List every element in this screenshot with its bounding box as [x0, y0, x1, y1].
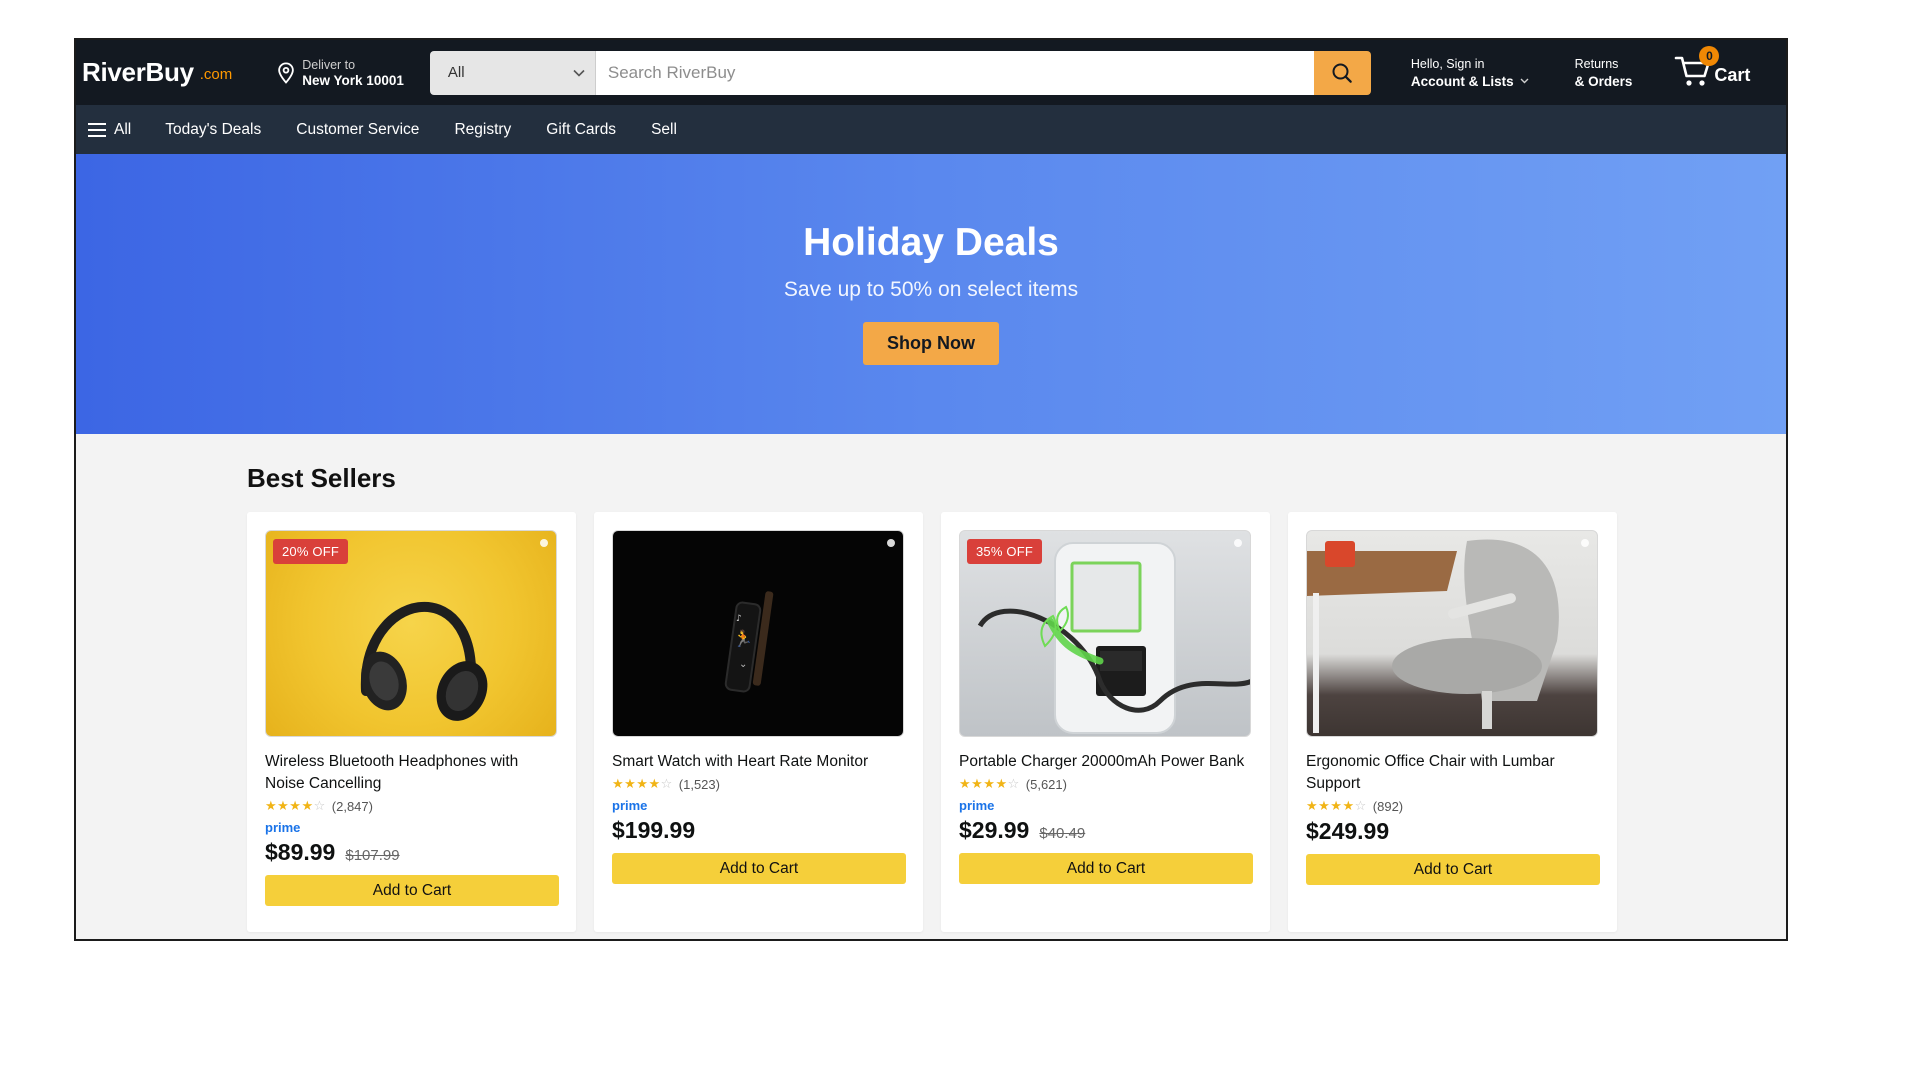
account-greeting: Hello, Sign in — [1410, 56, 1485, 71]
search-button[interactable] — [1313, 50, 1371, 95]
returns-label: Returns — [1574, 56, 1619, 71]
deliver-location: New York 10001 — [302, 72, 404, 88]
search-category-select[interactable]: All — [429, 50, 596, 95]
location-pin-icon — [278, 61, 295, 84]
original-price: $107.99 — [345, 847, 400, 864]
deliver-label: Deliver to — [302, 57, 356, 72]
product-name[interactable]: Ergonomic Office Chair with Lumbar Suppo… — [1306, 751, 1599, 795]
rating-count[interactable]: (2,847) — [332, 799, 373, 814]
prime-label: prime — [612, 798, 648, 813]
office-chair-image — [1307, 539, 1559, 733]
hero-subtitle: Save up to 50% on select items — [783, 278, 1079, 301]
chevron-down-icon — [573, 69, 585, 77]
star-rating-icon: ★★★★☆ — [265, 798, 326, 813]
site-logo[interactable]: RiverBuy .com — [82, 48, 252, 98]
nav-all-label: All — [114, 120, 132, 138]
product-name[interactable]: Smart Watch with Heart Rate Monitor — [612, 751, 905, 773]
search-input[interactable] — [595, 50, 1314, 95]
hero-title: Holiday Deals — [803, 221, 1059, 264]
chevron-down-icon — [1520, 78, 1529, 84]
carousel-dot[interactable] — [887, 539, 895, 547]
top-header: RiverBuy .com Deliver to New York 10001 … — [76, 40, 1786, 105]
nav-registry[interactable]: Registry — [454, 121, 511, 139]
product-card: Ergonomic Office Chair with Lumbar Suppo… — [1288, 512, 1617, 932]
logo-suffix: .com — [199, 66, 233, 83]
rating-count[interactable]: (892) — [1373, 799, 1403, 814]
carousel-dot[interactable] — [1234, 539, 1242, 547]
search-icon — [1332, 63, 1353, 83]
prime-label: prime — [265, 820, 301, 835]
cart-count-badge: 0 — [1699, 45, 1720, 66]
product-price: $89.99 — [265, 839, 336, 865]
product-price: $199.99 — [612, 817, 696, 843]
deliver-to[interactable]: Deliver to New York 10001 — [252, 57, 418, 89]
prime-label: prime — [959, 798, 995, 813]
product-name[interactable]: Wireless Bluetooth Headphones with Noise… — [265, 751, 558, 795]
discount-badge: 20% OFF — [273, 539, 349, 564]
star-rating-icon: ★★★★☆ — [1306, 798, 1367, 813]
star-rating-icon: ★★★★☆ — [612, 776, 673, 791]
product-rating: ★★★★☆ (892) — [1306, 798, 1599, 814]
account-menu[interactable]: Hello, Sign in Account & Lists — [1399, 56, 1541, 90]
svg-text:♪: ♪ — [736, 614, 742, 624]
nav-sell[interactable]: Sell — [651, 121, 677, 139]
account-label: Account & Lists — [1410, 73, 1514, 89]
product-image[interactable]: ♪ 🏃 ⌄ — [612, 530, 904, 737]
search-category-value: All — [447, 64, 465, 81]
product-name[interactable]: Portable Charger 20000mAh Power Bank — [959, 751, 1252, 773]
product-image[interactable]: 35% OFF — [959, 530, 1251, 737]
add-to-cart-button[interactable]: Add to Cart — [959, 853, 1253, 884]
rating-count[interactable]: (1,523) — [679, 777, 720, 792]
product-price: $29.99 — [959, 817, 1030, 843]
original-price: $40.49 — [1039, 825, 1086, 842]
cart-label: Cart — [1714, 64, 1751, 85]
product-rating: ★★★★☆ (2,847) — [265, 798, 558, 814]
discount-badge: 35% OFF — [967, 539, 1043, 564]
add-to-cart-button[interactable]: Add to Cart — [1306, 854, 1600, 885]
product-image[interactable]: 20% OFF — [265, 530, 557, 737]
star-rating-icon: ★★★★☆ — [959, 776, 1020, 791]
section-title: Best Sellers — [247, 463, 396, 493]
svg-text:⌄: ⌄ — [739, 659, 747, 670]
add-to-cart-button[interactable]: Add to Cart — [612, 853, 906, 884]
browser-page: RiverBuy .com Deliver to New York 10001 … — [74, 38, 1788, 941]
product-rating: ★★★★☆ (1,523) — [612, 776, 905, 792]
search-bar: All — [429, 50, 1371, 95]
product-card: 35% OFF Portable Charger 20000mAh Power … — [941, 512, 1270, 932]
svg-text:🏃: 🏃 — [733, 629, 753, 648]
carousel-dot[interactable] — [1581, 539, 1589, 547]
nav-todays-deals[interactable]: Today's Deals — [165, 121, 261, 139]
shop-now-button[interactable]: Shop Now — [863, 322, 999, 365]
best-sellers-section: Best Sellers 20% OFF Wireless Bluetooth … — [76, 434, 1786, 932]
orders-label: & Orders — [1574, 73, 1633, 89]
cart-button[interactable]: 0 Cart — [1674, 45, 1751, 92]
smartwatch-image: ♪ 🏃 ⌄ — [724, 591, 774, 693]
nav-all-menu[interactable]: All — [88, 121, 131, 139]
add-to-cart-button[interactable]: Add to Cart — [265, 875, 559, 906]
nav-gift-cards[interactable]: Gift Cards — [546, 121, 616, 139]
logo-text: RiverBuy — [82, 57, 194, 87]
product-image[interactable] — [1306, 530, 1598, 737]
nav-customer-service[interactable]: Customer Service — [296, 121, 419, 139]
carousel-dot[interactable] — [540, 539, 548, 547]
product-card: 20% OFF Wireless Bluetooth Headphones wi… — [247, 512, 576, 932]
hero-banner: Holiday Deals Save up to 50% on select i… — [76, 154, 1786, 434]
product-rating: ★★★★☆ (5,621) — [959, 776, 1252, 792]
secondary-nav: All Today's Deals Customer Service Regis… — [76, 105, 1786, 154]
hamburger-menu-icon — [88, 122, 106, 137]
rating-count[interactable]: (5,621) — [1026, 777, 1067, 792]
product-price: $249.99 — [1306, 818, 1390, 844]
product-card: ♪ 🏃 ⌄ Smart Watch with Heart Rate Monito… — [594, 512, 923, 932]
returns-orders[interactable]: Returns & Orders — [1563, 56, 1645, 90]
product-grid: 20% OFF Wireless Bluetooth Headphones wi… — [247, 512, 1786, 932]
